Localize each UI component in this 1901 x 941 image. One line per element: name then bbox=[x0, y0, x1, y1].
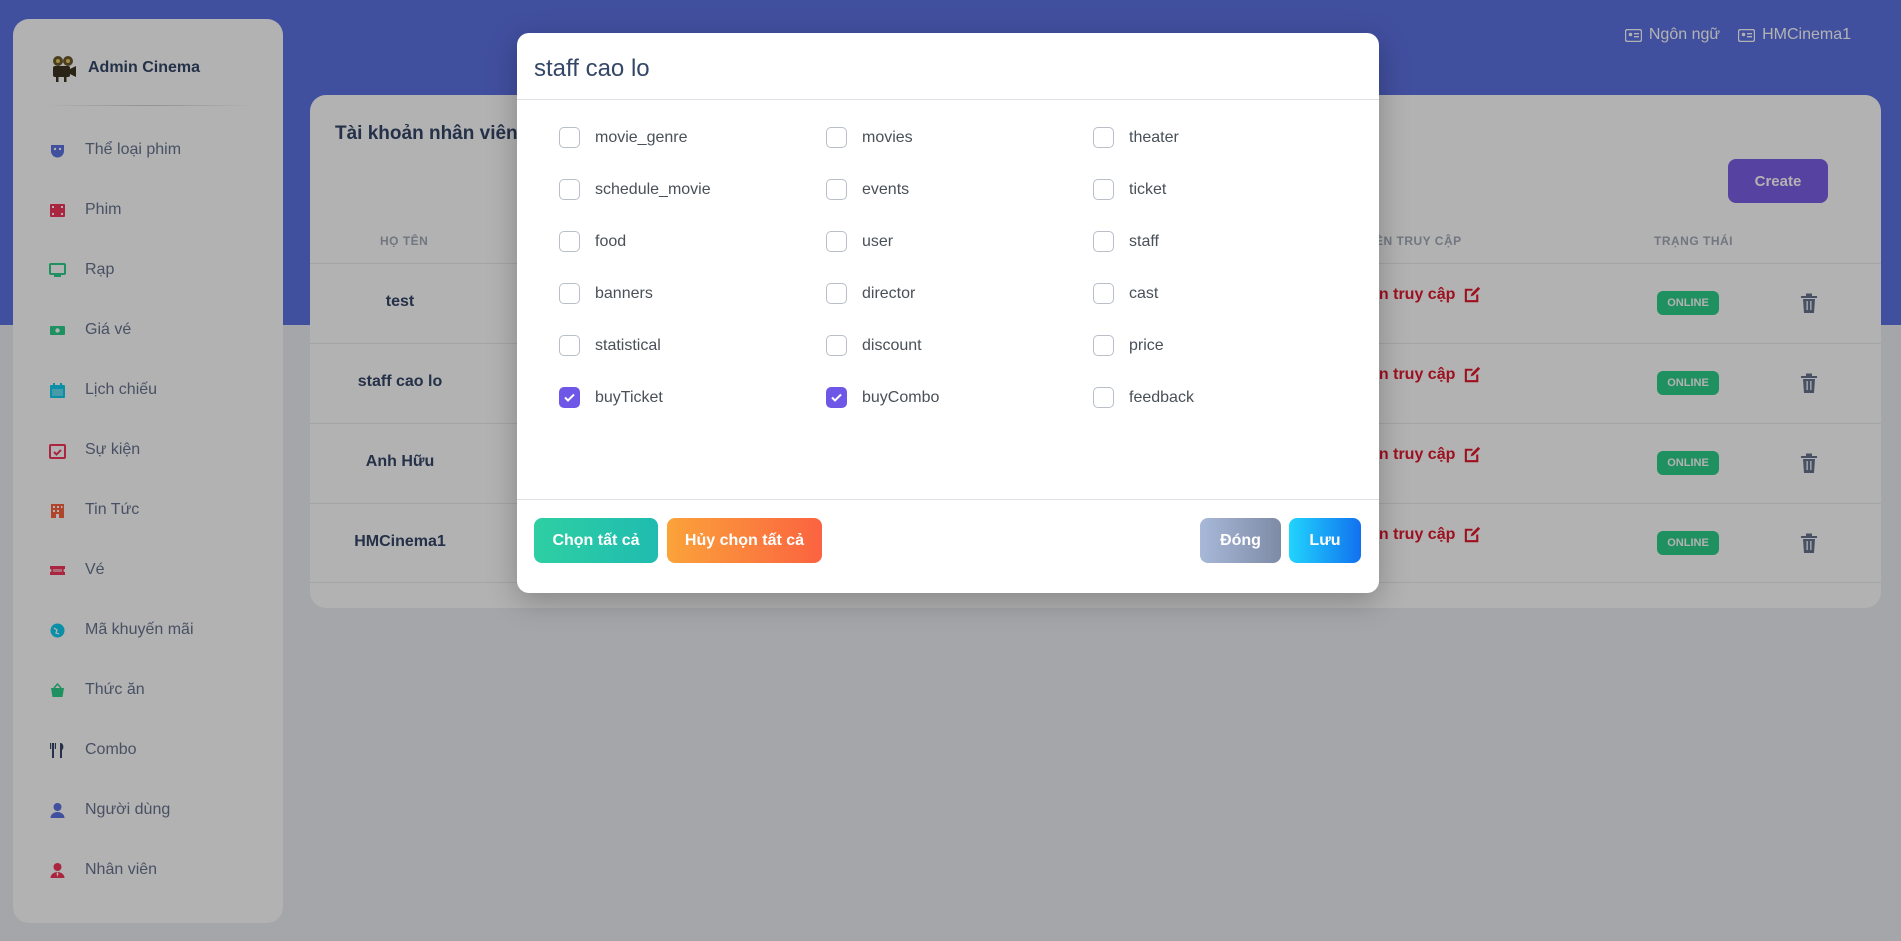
permission-user[interactable]: user bbox=[826, 231, 893, 252]
permission-label: director bbox=[862, 284, 916, 302]
permission-label: ticket bbox=[1129, 180, 1167, 198]
permission-buyTicket[interactable]: buyTicket bbox=[559, 387, 663, 408]
permission-events[interactable]: events bbox=[826, 179, 909, 200]
permission-checkbox[interactable] bbox=[826, 179, 847, 200]
close-button[interactable]: Đóng bbox=[1200, 518, 1281, 563]
permission-label: movies bbox=[862, 128, 913, 146]
permission-movie_genre[interactable]: movie_genre bbox=[559, 127, 688, 148]
permission-checkbox[interactable] bbox=[559, 231, 580, 252]
save-button[interactable]: Lưu bbox=[1289, 518, 1361, 563]
deselect-all-button[interactable]: Hủy chọn tất cả bbox=[667, 518, 822, 563]
modal-footer-divider bbox=[517, 499, 1379, 500]
permission-checkbox[interactable] bbox=[1093, 283, 1114, 304]
permission-movies[interactable]: movies bbox=[826, 127, 913, 148]
permission-checkbox[interactable] bbox=[1093, 127, 1114, 148]
permission-banners[interactable]: banners bbox=[559, 283, 653, 304]
permission-schedule_movie[interactable]: schedule_movie bbox=[559, 179, 711, 200]
permission-checkbox[interactable] bbox=[559, 179, 580, 200]
permission-label: staff bbox=[1129, 232, 1159, 250]
permission-checkbox[interactable] bbox=[1093, 179, 1114, 200]
permission-checkbox[interactable] bbox=[559, 335, 580, 356]
permission-checkbox[interactable] bbox=[826, 335, 847, 356]
permission-label: theater bbox=[1129, 128, 1179, 146]
permission-label: user bbox=[862, 232, 894, 250]
permission-ticket[interactable]: ticket bbox=[1093, 179, 1166, 200]
permission-label: feedback bbox=[1129, 388, 1194, 406]
permission-label: movie_genre bbox=[595, 128, 688, 146]
permission-label: discount bbox=[862, 336, 922, 354]
select-all-button[interactable]: Chọn tất cả bbox=[534, 518, 658, 563]
permission-feedback[interactable]: feedback bbox=[1093, 387, 1194, 408]
permission-discount[interactable]: discount bbox=[826, 335, 922, 356]
permission-checkbox[interactable] bbox=[826, 283, 847, 304]
permission-checkbox[interactable] bbox=[826, 387, 847, 408]
permission-price[interactable]: price bbox=[1093, 335, 1164, 356]
permission-checkbox[interactable] bbox=[559, 387, 580, 408]
permission-label: statistical bbox=[595, 336, 661, 354]
permission-checkbox[interactable] bbox=[1093, 231, 1114, 252]
permission-checkbox[interactable] bbox=[1093, 335, 1114, 356]
permission-buyCombo[interactable]: buyCombo bbox=[826, 387, 939, 408]
permission-theater[interactable]: theater bbox=[1093, 127, 1179, 148]
permission-checkbox[interactable] bbox=[559, 283, 580, 304]
permission-label: price bbox=[1129, 336, 1164, 354]
permission-statistical[interactable]: statistical bbox=[559, 335, 661, 356]
permission-cast[interactable]: cast bbox=[1093, 283, 1158, 304]
permission-food[interactable]: food bbox=[559, 231, 626, 252]
permission-label: schedule_movie bbox=[595, 180, 711, 198]
permission-staff[interactable]: staff bbox=[1093, 231, 1159, 252]
permission-label: buyTicket bbox=[595, 388, 663, 406]
permission-checkbox[interactable] bbox=[559, 127, 580, 148]
permission-label: cast bbox=[1129, 284, 1159, 302]
permission-checkbox[interactable] bbox=[826, 231, 847, 252]
permission-label: banners bbox=[595, 284, 653, 302]
check-icon bbox=[831, 393, 842, 402]
permission-label: buyCombo bbox=[862, 388, 940, 406]
check-icon bbox=[564, 393, 575, 402]
permission-checkbox[interactable] bbox=[1093, 387, 1114, 408]
permission-label: food bbox=[595, 232, 627, 250]
modal-title: staff cao lo bbox=[534, 55, 650, 82]
permission-checkbox[interactable] bbox=[826, 127, 847, 148]
permission-director[interactable]: director bbox=[826, 283, 915, 304]
permission-label: events bbox=[862, 180, 910, 198]
permissions-modal: staff cao lo movie_genre movies theater sch… bbox=[517, 33, 1379, 593]
modal-header-divider bbox=[517, 99, 1379, 100]
